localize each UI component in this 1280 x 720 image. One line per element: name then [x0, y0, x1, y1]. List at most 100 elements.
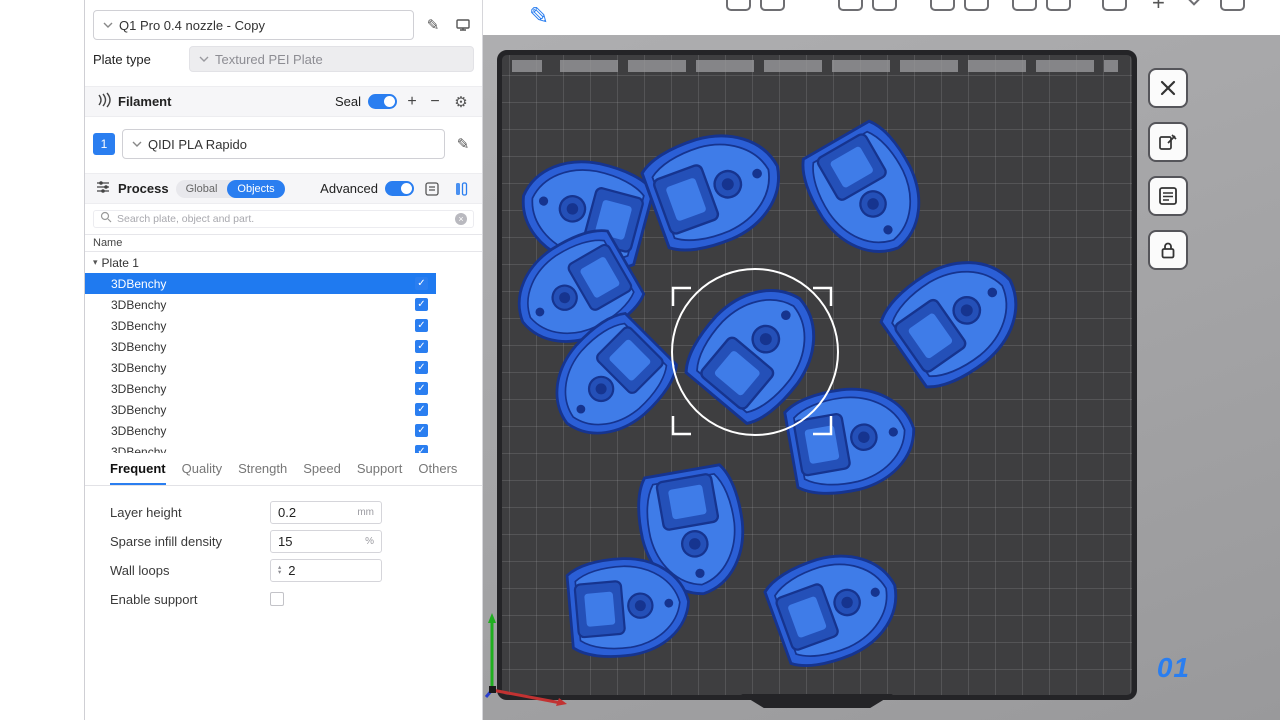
setting-label: Enable support — [110, 592, 270, 607]
compare-presets-icon[interactable] — [450, 178, 472, 200]
side-panel: Q1 Pro 0.4 nozzle - Copy ✎ Plate type Te… — [85, 0, 483, 720]
tree-item-label: 3DBenchy — [111, 445, 166, 454]
tree-item-label: 3DBenchy — [111, 382, 166, 396]
top-toolbar-icon-9[interactable]: + — [1152, 0, 1165, 16]
filament-slot-badge[interactable]: 1 — [93, 133, 115, 155]
edit-preset-icon[interactable]: ✎ — [422, 14, 444, 36]
setting-value: 0.2 — [278, 505, 296, 520]
edit-filament-icon[interactable]: ✎ — [452, 133, 474, 155]
benchy-model-1[interactable] — [637, 116, 795, 260]
top-toolbar-icon-10[interactable] — [1181, 0, 1206, 6]
tab-strength[interactable]: Strength — [238, 461, 287, 485]
caret-down-icon[interactable]: ▾ — [93, 257, 98, 268]
setting-row-3: Enable support — [110, 587, 482, 611]
visibility-checkbox[interactable]: ✓ — [415, 445, 428, 453]
top-toolbar-icon-11[interactable] — [1220, 0, 1245, 11]
object-tree-body: ▾ Plate 1 3DBenchy ✓ 3DBenchy ✓ 3DBenchy ✓ 3DB… — [85, 252, 482, 453]
chevron-down-icon — [103, 22, 113, 29]
tree-item-1[interactable]: 3DBenchy✓ — [85, 294, 482, 315]
plate-settings-button[interactable] — [1148, 176, 1188, 216]
tree-item-8[interactable]: 3DBenchy ✓ — [85, 441, 482, 453]
build-area[interactable]: 01 — [483, 35, 1280, 720]
tree-item-7[interactable]: 3DBenchy✓ — [85, 420, 482, 441]
setting-value: 2 — [288, 563, 295, 578]
filament-section-header: Filament Seal + − ⚙ — [85, 86, 482, 117]
tab-support[interactable]: Support — [357, 461, 403, 485]
tab-frequent[interactable]: Frequent — [110, 461, 166, 485]
benchy-models — [498, 115, 1040, 676]
tree-item-4[interactable]: 3DBenchy✓ — [85, 357, 482, 378]
viewport-3d[interactable]: ✎ + — [483, 0, 1280, 720]
lock-button[interactable] — [1148, 230, 1188, 270]
benchy-model-9[interactable] — [761, 537, 912, 675]
visibility-checkbox[interactable]: ✓ — [415, 361, 428, 374]
chevron-down-icon — [199, 56, 209, 63]
tree-plate-row[interactable]: ▾ Plate 1 — [85, 252, 482, 273]
setting-value: 15 — [278, 534, 292, 549]
seal-toggle[interactable] — [368, 94, 397, 109]
top-toolbar-icon-4[interactable] — [930, 0, 955, 11]
left-gutter — [0, 0, 85, 720]
clear-search-icon[interactable]: × — [455, 213, 467, 225]
filament-preset-select[interactable]: QIDI PLA Rapido — [122, 129, 445, 159]
top-toolbar-icon-6[interactable] — [1012, 0, 1037, 11]
printer-device-icon[interactable] — [452, 14, 474, 36]
top-toolbar-icon-8[interactable] — [1102, 0, 1127, 11]
top-toolbar-icon-5[interactable] — [964, 0, 989, 11]
setting-unit: mm — [357, 507, 374, 518]
slicer-app: Q1 Pro 0.4 nozzle - Copy ✎ Plate type Te… — [0, 0, 1280, 720]
setting-stepper[interactable]: ▴▾ 2 — [270, 559, 382, 582]
scope-global-pill[interactable]: Global — [176, 180, 228, 198]
tree-item-6[interactable]: 3DBenchy ✓ — [85, 399, 482, 420]
add-filament-button[interactable]: + — [404, 93, 420, 111]
top-toolbar-icon-2[interactable] — [838, 0, 863, 11]
filament-settings-gear-icon[interactable]: ⚙ — [450, 91, 472, 113]
top-toolbar-icon-3[interactable] — [872, 0, 897, 11]
setting-checkbox[interactable] — [270, 592, 284, 606]
settings-list-icon[interactable] — [421, 178, 443, 200]
setting-input[interactable]: 15% — [270, 530, 382, 553]
visibility-checkbox[interactable]: ✓ — [415, 340, 428, 353]
tree-item-3[interactable]: 3DBenchy✓ — [85, 336, 482, 357]
filament-row: 1 QIDI PLA Rapido ✎ — [93, 129, 474, 159]
setting-row-2: Wall loops▴▾2 — [110, 558, 482, 582]
benchy-model-6[interactable] — [783, 378, 923, 500]
tree-item-0[interactable]: 3DBenchy✓ — [85, 273, 482, 294]
tab-quality[interactable]: Quality — [182, 461, 222, 485]
viewport-top-strip: ✎ + — [483, 0, 1280, 35]
axes-indicator — [486, 613, 567, 706]
plate-type-label: Plate type — [93, 52, 181, 67]
tree-item-label: 3DBenchy — [111, 319, 166, 333]
benchy-model-2[interactable] — [792, 115, 942, 273]
setting-input[interactable]: 0.2 mm — [270, 501, 382, 524]
search-bar[interactable]: Search plate, object and part. × — [93, 210, 474, 228]
top-toolbar-icon-1[interactable] — [760, 0, 785, 11]
stepper-arrows-icon[interactable]: ▴▾ — [278, 565, 281, 575]
tree-item-2[interactable]: 3DBenchy ✓ — [85, 315, 482, 336]
printer-preset-select[interactable]: Q1 Pro 0.4 nozzle - Copy — [93, 10, 414, 40]
tree-item-label: 3DBenchy — [111, 403, 166, 417]
visibility-checkbox[interactable]: ✓ — [415, 277, 428, 290]
filament-preset-label: QIDI PLA Rapido — [148, 137, 247, 152]
plate-type-select[interactable]: Textured PEI Plate — [189, 46, 474, 72]
visibility-checkbox[interactable]: ✓ — [415, 319, 428, 332]
plate-edit-pencil-icon[interactable]: ✎ — [529, 2, 549, 31]
top-toolbar-icon-0[interactable] — [726, 0, 751, 11]
benchy-model-5[interactable] — [873, 237, 1040, 398]
search-input[interactable]: Search plate, object and part. — [117, 213, 450, 225]
remove-filament-button[interactable]: − — [427, 93, 443, 111]
close-button[interactable] — [1148, 68, 1188, 108]
tab-others[interactable]: Others — [418, 461, 457, 485]
visibility-checkbox[interactable]: ✓ — [415, 298, 428, 311]
visibility-checkbox[interactable]: ✓ — [415, 382, 428, 395]
settings-rows: Layer height0.2mmSparse infill density15… — [85, 486, 482, 611]
advanced-toggle[interactable] — [385, 181, 414, 196]
visibility-checkbox[interactable]: ✓ — [415, 424, 428, 437]
auto-plate-button[interactable] — [1148, 122, 1188, 162]
tree-item-5[interactable]: 3DBenchy ✓ — [85, 378, 482, 399]
scope-objects-pill[interactable]: Objects — [227, 180, 284, 198]
setting-row-1: Sparse infill density15% — [110, 529, 482, 553]
visibility-checkbox[interactable]: ✓ — [415, 403, 428, 416]
tab-speed[interactable]: Speed — [303, 461, 341, 485]
top-toolbar-icon-7[interactable] — [1046, 0, 1071, 11]
